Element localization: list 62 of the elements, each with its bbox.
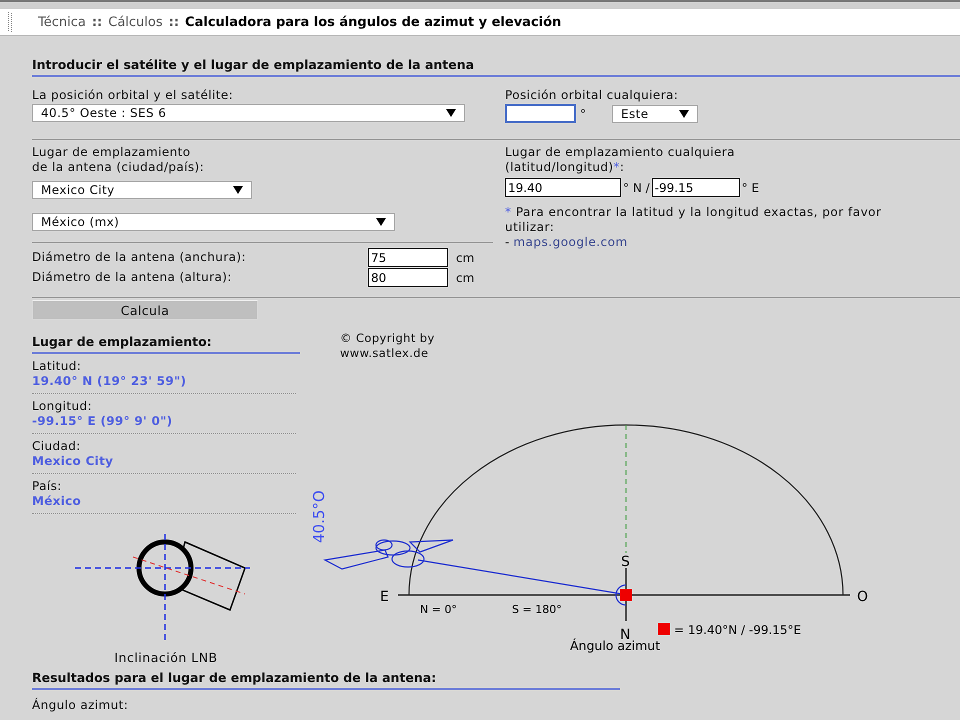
- field-label: de la antena (ciudad/país):: [32, 160, 206, 175]
- breadcrumb-link[interactable]: Técnica: [38, 14, 86, 30]
- info-value: 19.40° N (19° 23' 59"): [32, 374, 188, 389]
- breadcrumb-link[interactable]: Cálculos: [108, 14, 163, 30]
- breadcrumb-separator: ::: [92, 14, 102, 30]
- field-label: Diámetro de la antena (altura):: [32, 270, 233, 285]
- satellite-position-label: 40.5°O: [310, 490, 328, 543]
- dash-text: -: [505, 235, 510, 249]
- legend-text: = 19.40°N / -99.15°E: [674, 623, 802, 637]
- diameter-input[interactable]: 80: [368, 268, 448, 287]
- result-label: Ángulo azimut:: [32, 698, 130, 712]
- east-label: E: [380, 589, 389, 605]
- field-label: La posición orbital y el satélite:: [32, 88, 234, 103]
- info-label: Longitud:: [32, 399, 93, 414]
- caret-icon: [376, 218, 386, 226]
- north-value-label: N = 0°: [420, 603, 457, 616]
- west-label: O: [857, 589, 868, 605]
- satellite-icon: [323, 539, 454, 570]
- page-title: Calculadora para los ángulos de azimut y elevación: [185, 14, 562, 30]
- info-label: Latitud:: [32, 359, 82, 374]
- field-label: Lugar de emplazamiento cualquiera: [505, 145, 736, 160]
- country-dropdown[interactable]: México (mx): [32, 213, 395, 231]
- info-value: México: [32, 494, 82, 509]
- breadcrumb-separator: ::: [168, 14, 180, 30]
- north-south-axis: [625, 568, 627, 621]
- location-marker: [620, 589, 632, 601]
- orbital-position-input[interactable]: [505, 104, 576, 123]
- unit-label: ° N /: [623, 180, 650, 194]
- degree-unit: °: [580, 106, 586, 120]
- south-value-label: S = 180°: [512, 603, 562, 616]
- maps-link[interactable]: maps.google.com: [513, 235, 628, 249]
- section-title: Resultados para el lugar de emplazamiento de la antena:: [32, 670, 620, 690]
- info-label: País:: [32, 479, 63, 494]
- field-label: Posición orbital cualquiera:: [505, 88, 680, 103]
- field-label: Diámetro de la antena (anchura):: [32, 250, 247, 265]
- calculate-button[interactable]: Calcula: [32, 300, 258, 320]
- unit-label: cm: [456, 270, 474, 284]
- diameter-input[interactable]: 75: [368, 248, 448, 267]
- city-dropdown[interactable]: Mexico City: [32, 181, 252, 199]
- field-label: (latitud/longitud)*:: [505, 160, 626, 175]
- panel-title: Lugar de emplazamiento:: [32, 334, 300, 354]
- info-label: Ciudad:: [32, 439, 82, 454]
- caret-icon: [679, 110, 689, 118]
- hint-text: * Para encontrar la latitud y la longitud exactas, por favor utilizar:: [505, 205, 882, 235]
- longitude-input[interactable]: -99.15: [652, 178, 740, 197]
- info-value: Mexico City: [32, 454, 114, 469]
- latitude-input[interactable]: 19.40: [505, 178, 621, 197]
- direction-dropdown[interactable]: Este: [612, 104, 698, 122]
- south-label: S: [621, 554, 630, 570]
- caret-icon: [233, 186, 243, 194]
- info-value: -99.15° E (99° 9' 0"): [32, 414, 174, 429]
- legend-marker: [658, 623, 670, 635]
- copyright-text: www.satlex.de: [340, 346, 430, 361]
- copyright-text: © Copyright by: [340, 331, 436, 346]
- field-label: Lugar de emplazamiento: [32, 145, 192, 160]
- caret-icon: [446, 109, 456, 117]
- lnb-caption: Inclinación LNB: [114, 650, 218, 665]
- unit-label: ° E: [742, 180, 760, 194]
- section-title: Introducir el satélite y el lugar de emplazamiento de la antena: [32, 57, 960, 77]
- azimuth-arc: [615, 584, 626, 606]
- satellite-dropdown[interactable]: 40.5° Oeste : SES 6: [32, 104, 465, 122]
- unit-label: cm: [456, 250, 474, 264]
